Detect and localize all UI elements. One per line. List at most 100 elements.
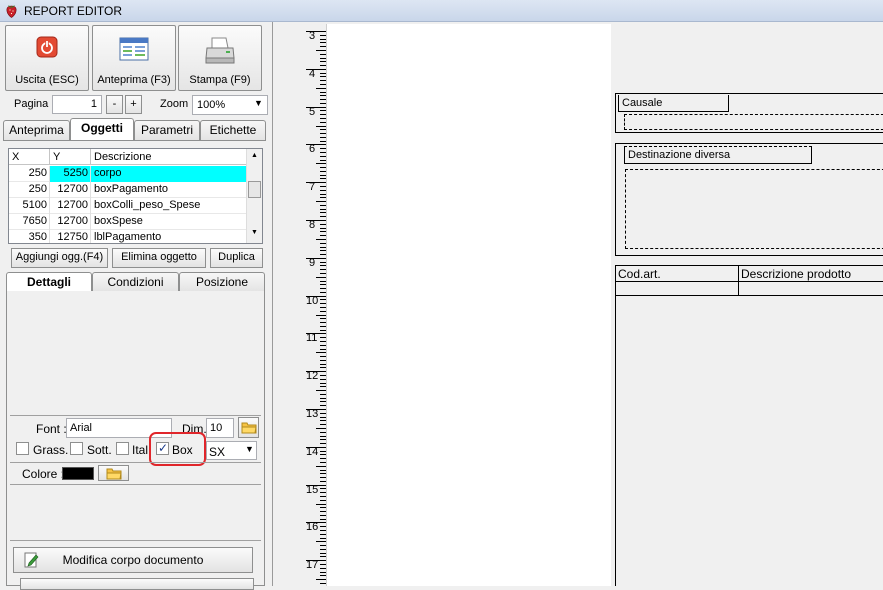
exit-button-label: Uscita (ESC)	[15, 74, 79, 86]
print-button[interactable]: Stampa (F9)	[178, 25, 262, 91]
page-label: Pagina	[14, 98, 49, 110]
cell-y: 12750	[50, 230, 91, 243]
cell-y: 12700	[50, 214, 91, 230]
preview-document-icon	[119, 37, 149, 61]
preview-button-label: Anteprima (F3)	[97, 74, 171, 86]
italic-label: Ital	[132, 443, 149, 457]
details-panel	[6, 291, 265, 586]
tab-parametri[interactable]: Parametri	[134, 120, 200, 140]
column-header-descrizione[interactable]: Descrizione	[91, 149, 247, 165]
cell-x: 7650	[9, 214, 50, 230]
font-picker-button[interactable]	[238, 417, 259, 438]
ruler-label: 17	[306, 559, 319, 572]
ruler-tick	[316, 276, 326, 278]
strawberry-icon	[6, 5, 17, 18]
ruler-label: 14	[306, 445, 319, 458]
add-object-button[interactable]: Aggiungi ogg.(F4)	[11, 248, 108, 268]
object-tabs: Anteprima Oggetti Parametri Etichette	[0, 118, 270, 142]
tab-etichette[interactable]: Etichette	[200, 120, 266, 140]
bold-checkbox[interactable]	[16, 442, 29, 455]
page-decrement-button[interactable]: -	[106, 95, 123, 114]
dim-value: 10	[210, 422, 223, 434]
delete-object-button[interactable]: Elimina oggetto	[112, 248, 206, 268]
folder-icon	[106, 468, 122, 480]
vertical-ruler: 3 4 5 6 7 8 9 10 11 12 13 14 15 16 17	[294, 24, 326, 586]
tab-divider	[3, 140, 266, 141]
ruler-tick	[316, 314, 326, 316]
color-picker-button[interactable]	[98, 465, 129, 481]
scroll-thumb[interactable]	[248, 181, 261, 198]
font-value: Arial	[70, 422, 93, 434]
destinazione-label-box: Destinazione diversa	[624, 146, 812, 164]
separator	[10, 540, 261, 541]
separator	[10, 415, 261, 416]
ruler-tick	[316, 49, 326, 51]
objects-table[interactable]: X Y Descrizione 250 5250 corpo 250 12700…	[8, 148, 263, 244]
ruler-tick	[316, 238, 326, 240]
duplicate-button[interactable]: Duplica	[210, 248, 263, 268]
color-swatch[interactable]	[62, 467, 94, 480]
ruler-label: 13	[306, 408, 319, 420]
column-header-x[interactable]: X	[9, 149, 50, 165]
window-title: REPORT EDITOR	[24, 4, 123, 18]
exit-button[interactable]: Uscita (ESC)	[5, 25, 89, 91]
table-row[interactable]: 250 5250 corpo	[9, 166, 247, 182]
ruler-tick	[316, 579, 326, 581]
font-label: Font :	[36, 422, 67, 436]
ruler-tick	[316, 125, 326, 127]
separator	[10, 484, 261, 485]
column-descrizione-prodotto: Descrizione prodotto	[741, 267, 852, 281]
title-bar: REPORT EDITOR	[0, 0, 883, 22]
scroll-up-icon[interactable]: ▲	[251, 152, 258, 159]
ruler-label: 10	[306, 294, 319, 307]
underline-label: Sott.	[87, 443, 112, 457]
dim-input[interactable]: 10	[206, 418, 234, 438]
secondary-action-button[interactable]	[20, 578, 254, 590]
ruler-label: 4	[309, 67, 316, 80]
table-row[interactable]: 7650 12700 boxSpese	[9, 214, 247, 230]
tab-oggetti[interactable]: Oggetti	[70, 118, 134, 140]
causale-label-box: Causale	[618, 95, 729, 112]
destinazione-box[interactable]: Destinazione diversa	[615, 143, 883, 256]
underline-checkbox[interactable]	[70, 442, 83, 455]
destinazione-label: Destinazione diversa	[628, 149, 731, 161]
cell-x: 350	[9, 230, 50, 243]
tab-merge-line	[7, 291, 93, 292]
zoom-label: Zoom	[160, 98, 189, 110]
tab-posizione[interactable]: Posizione	[179, 272, 265, 291]
column-header-y[interactable]: Y	[50, 149, 91, 165]
causale-box[interactable]: Causale	[615, 93, 883, 133]
ruler-label: 11	[306, 332, 318, 345]
page-increment-button[interactable]: +	[125, 95, 142, 114]
scroll-down-icon[interactable]: ▼	[251, 229, 258, 236]
page-input[interactable]: 1	[52, 95, 102, 114]
edit-document-icon	[24, 552, 39, 568]
zoom-select[interactable]: 100% ▼	[192, 95, 268, 115]
tab-condizioni[interactable]: Condizioni	[92, 272, 179, 291]
table-row[interactable]: 250 12700 boxPagamento	[9, 182, 247, 198]
ruler-label: 12	[306, 370, 319, 383]
alignment-select[interactable]: SX ▼	[206, 441, 257, 460]
table-header: X Y Descrizione	[9, 149, 247, 165]
ruler-label: 7	[309, 181, 316, 194]
ruler-tick	[316, 390, 326, 392]
cell-x: 5100	[9, 198, 50, 214]
color-label: Colore :	[22, 467, 65, 481]
italic-checkbox[interactable]	[116, 442, 129, 455]
destinazione-field	[625, 169, 883, 249]
column-cod-art: Cod.art.	[618, 267, 661, 281]
table-row[interactable]: 5100 12700 boxColli_peso_Spese	[9, 198, 247, 214]
table-row[interactable]: 350 12750 lblPagamento	[9, 230, 247, 243]
preview-button[interactable]: Anteprima (F3)	[92, 25, 176, 91]
ruler-tick	[316, 87, 326, 89]
table-scrollbar[interactable]: ▲ ▼	[246, 149, 262, 243]
ruler-tick	[316, 201, 326, 203]
product-table-header[interactable]: Cod.art. Descrizione prodotto	[615, 265, 883, 296]
edit-body-label: Modifica corpo documento	[62, 553, 204, 567]
tab-anteprima[interactable]: Anteprima	[3, 120, 70, 140]
edit-body-button[interactable]: Modifica corpo documento	[13, 547, 253, 573]
cell-x: 250	[9, 166, 50, 182]
body-left-border	[615, 296, 616, 586]
cell-descrizione: boxSpese	[91, 214, 247, 230]
ruler-tick	[316, 465, 326, 467]
